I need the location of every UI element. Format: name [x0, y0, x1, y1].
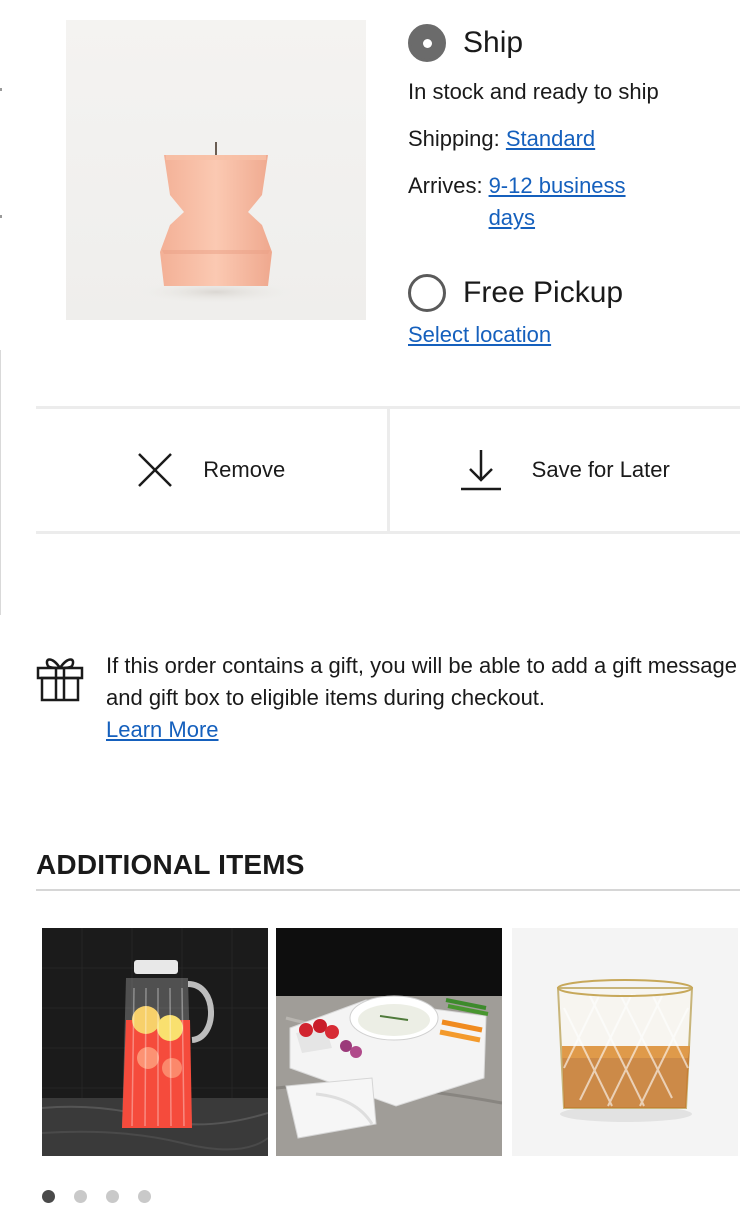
close-icon [138, 453, 173, 487]
download-icon [460, 450, 501, 491]
gift-message-text: If this order contains a gift, you will … [106, 653, 738, 710]
arrival-days-link[interactable]: 9-12 business days [489, 170, 669, 234]
save-for-later-button[interactable]: Save for Later [386, 409, 741, 531]
product-tile-platter[interactable] [276, 928, 502, 1156]
arrives-prefix: Arrives: [408, 173, 483, 198]
pitcher-image [42, 928, 268, 1156]
remove-label: Remove [203, 457, 286, 482]
heading-divider [36, 889, 740, 891]
page-edge-line [0, 350, 1, 615]
arrival-row: Arrives: 9-12 business days [408, 170, 738, 234]
product-image[interactable] [66, 20, 366, 320]
pickup-label: Free Pickup [463, 276, 624, 309]
product-tile-pitcher[interactable] [42, 928, 268, 1156]
remove-button[interactable]: Remove [36, 409, 387, 531]
shipping-method-link[interactable]: Standard [506, 126, 595, 151]
stock-status: In stock and ready to ship [408, 79, 659, 104]
ship-radio[interactable] [408, 24, 446, 62]
fulfillment-options: Ship In stock and ready to ship Shipping… [408, 24, 738, 348]
gift-icon [36, 650, 86, 746]
edge-tick [0, 88, 2, 91]
additional-items-carousel[interactable] [42, 928, 750, 1156]
learn-more-link[interactable]: Learn More [106, 717, 219, 742]
gift-message: If this order contains a gift, you will … [106, 650, 740, 746]
product-tile-whiskey-glass[interactable] [512, 928, 738, 1156]
candle-image [136, 142, 296, 304]
carousel-dot-2[interactable] [74, 1190, 87, 1203]
cart-item-actions: Remove Save for Later [36, 406, 740, 534]
whiskey-glass-image [512, 928, 738, 1156]
shipping-method-row: Shipping: Standard [408, 123, 738, 155]
gift-notice: If this order contains a gift, you will … [36, 650, 740, 746]
carousel-dot-3[interactable] [106, 1190, 119, 1203]
pickup-radio[interactable] [408, 274, 446, 312]
additional-items-heading: ADDITIONAL ITEMS [36, 849, 305, 880]
carousel-dot-4[interactable] [138, 1190, 151, 1203]
carousel-pagination [42, 1190, 170, 1203]
ship-label: Ship [463, 26, 524, 59]
select-location-link[interactable]: Select location [408, 322, 551, 348]
carousel-dot-1[interactable] [42, 1190, 55, 1203]
platter-image [276, 928, 502, 1156]
ship-option[interactable]: Ship [408, 24, 738, 62]
save-for-later-label: Save for Later [531, 457, 670, 482]
edge-tick [0, 215, 2, 218]
shipping-prefix: Shipping: [408, 126, 500, 151]
pickup-option[interactable]: Free Pickup [408, 274, 738, 312]
